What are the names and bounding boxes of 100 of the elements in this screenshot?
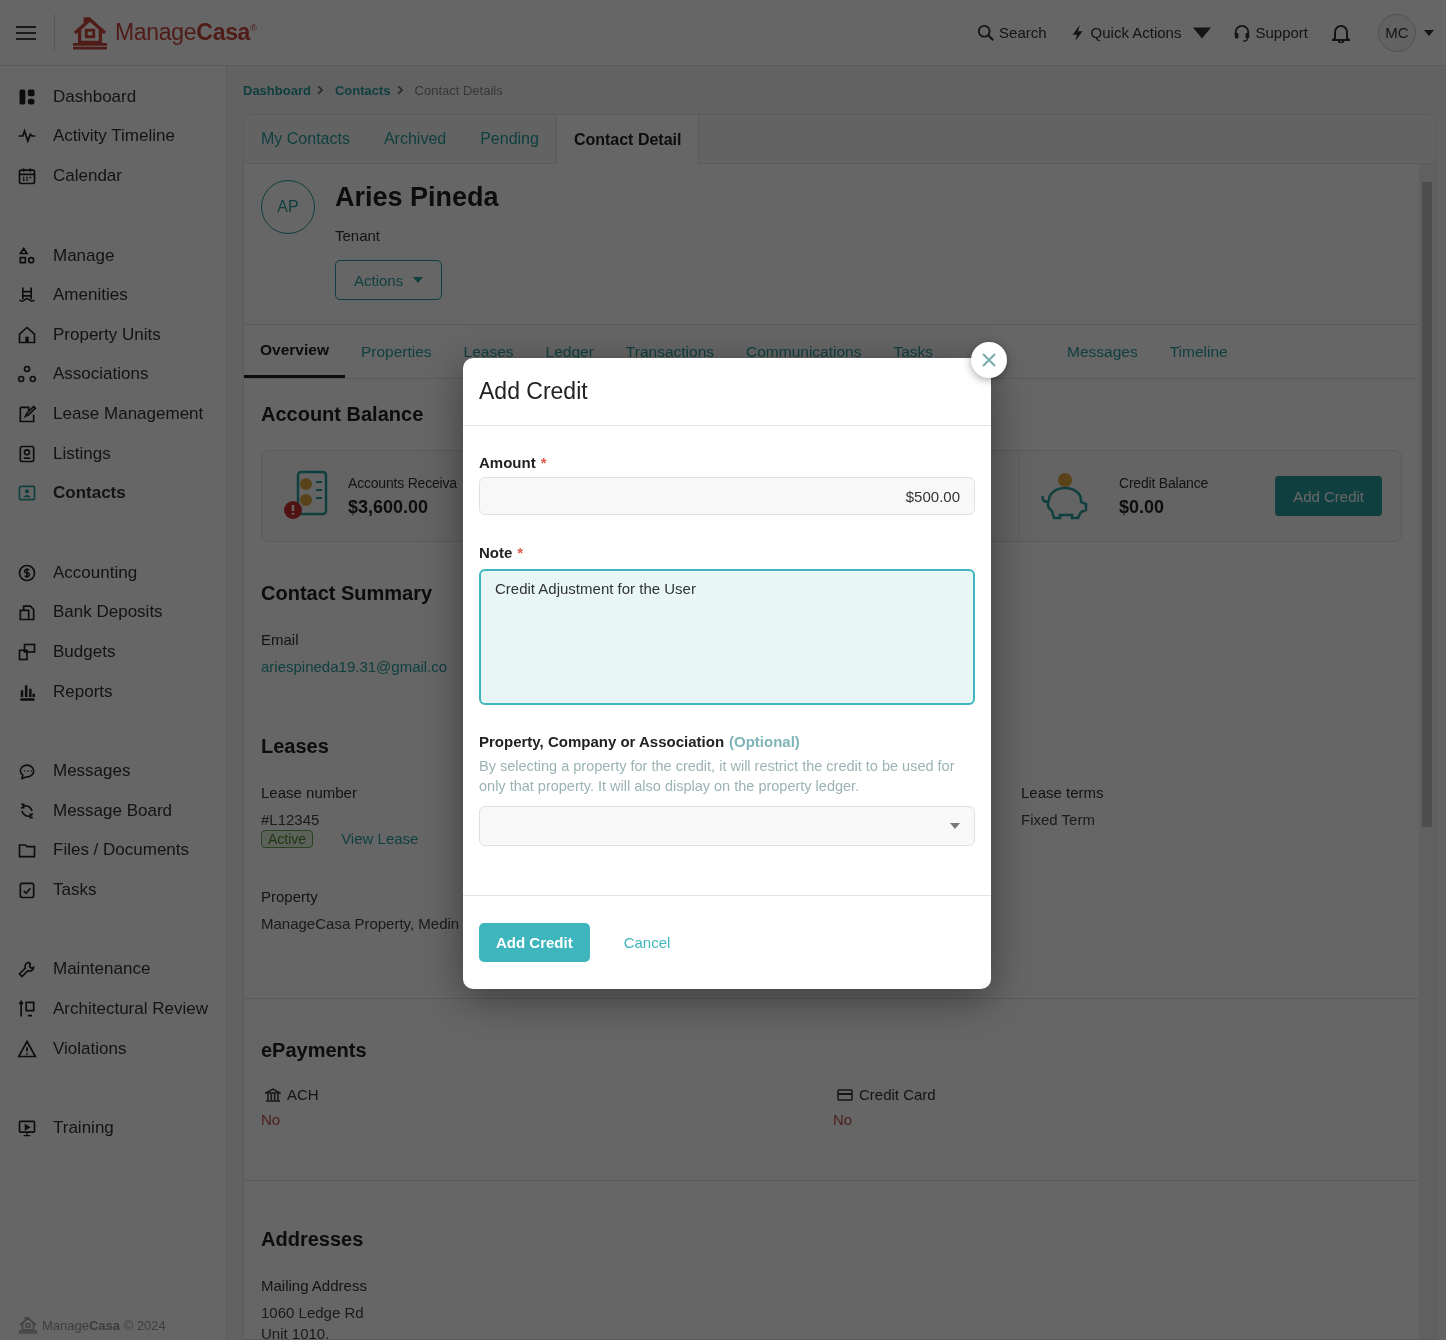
sidebar-item-icon xyxy=(17,403,37,424)
lease-terms: Fixed Term xyxy=(1021,811,1095,828)
sidebar-item-icon xyxy=(17,324,37,345)
tab[interactable]: Overview xyxy=(244,325,345,378)
scrollbar[interactable] xyxy=(1419,164,1435,1339)
balance-amount: $3,600.00 xyxy=(348,496,430,518)
caret-icon xyxy=(413,277,424,283)
bank-icon xyxy=(265,1087,281,1102)
tab[interactable]: Messages xyxy=(1051,325,1154,378)
field-label: Property, Company or Association xyxy=(479,733,725,750)
sidebar-item[interactable]: Accounting xyxy=(0,552,226,593)
section-title: Account Balance xyxy=(261,403,424,426)
sidebar-item[interactable]: Listings xyxy=(0,433,226,474)
amount-input-field[interactable]: $500.00 xyxy=(479,477,975,515)
balance-label: Accounts Receiva xyxy=(348,474,457,491)
header-action-button[interactable]: Quick Actions xyxy=(1068,23,1212,42)
balance-amount: $0.00 xyxy=(1119,496,1166,518)
tab[interactable]: My Contacts xyxy=(244,115,367,163)
sidebar-item-icon xyxy=(17,999,37,1020)
tab[interactable]: Timeline xyxy=(1153,325,1244,378)
sidebar-item[interactable]: Lease Management xyxy=(0,394,226,434)
sidebar-item-icon xyxy=(17,761,37,782)
sidebar-item[interactable]: Reports xyxy=(0,671,226,712)
section-title: Contact Summary xyxy=(261,582,433,605)
sidebar-item[interactable]: Maintenance xyxy=(0,949,226,990)
close-icon xyxy=(982,353,996,367)
section-title: Addresses xyxy=(261,1228,364,1251)
sidebar-item[interactable]: Tasks xyxy=(0,870,226,910)
sidebar-item[interactable]: Associations xyxy=(0,354,226,395)
section-title: ePayments xyxy=(261,1039,367,1062)
search-icon xyxy=(977,23,996,42)
breadcrumb-link[interactable]: Contacts xyxy=(334,82,391,98)
tab[interactable]: Properties xyxy=(344,325,448,378)
cancel-link[interactable]: Cancel xyxy=(623,934,671,951)
sidebar-item[interactable]: Property Units xyxy=(0,314,226,355)
add-credit-button[interactable]: Add Credit xyxy=(479,923,590,962)
property-select-field[interactable] xyxy=(479,806,975,846)
tab[interactable]: Pending xyxy=(463,115,556,163)
sidebar-item-icon xyxy=(17,364,37,385)
address-line: 1060 Ledge Rd xyxy=(261,1304,364,1321)
sidebar-item[interactable]: Training xyxy=(0,1108,226,1149)
payment-method-label: Credit Card xyxy=(837,1086,1402,1103)
sidebar-item-icon xyxy=(17,602,37,623)
notification-bell-icon[interactable] xyxy=(1332,22,1350,43)
add-credit-button[interactable]: Add Credit xyxy=(1275,476,1382,516)
sidebar-item-icon xyxy=(17,641,37,662)
chevron-icon xyxy=(396,86,403,94)
menu-icon[interactable] xyxy=(16,24,36,41)
sidebar-item-icon xyxy=(17,959,37,980)
sidebar-item[interactable]: Violations xyxy=(0,1028,226,1069)
sidebar-item[interactable]: Message Board xyxy=(0,790,226,831)
tab[interactable]: Contact Detail xyxy=(555,115,700,164)
payment-method-label: ACH xyxy=(265,1086,833,1103)
breadcrumb-link[interactable]: Dashboard xyxy=(243,82,311,98)
sidebar-item-icon xyxy=(17,562,37,583)
house-logo-icon xyxy=(71,15,109,50)
sidebar-item-icon xyxy=(17,245,37,266)
view-lease-link[interactable]: View Lease xyxy=(341,830,419,847)
house-logo-icon xyxy=(18,1316,38,1334)
user-avatar[interactable]: MC xyxy=(1378,13,1416,52)
lease-number: #L12345 xyxy=(261,811,320,828)
contact-name: Aries Pineda xyxy=(335,182,499,213)
sidebar-item-icon xyxy=(17,1038,37,1059)
header-action-button[interactable]: Support xyxy=(1233,23,1308,42)
sidebar-item[interactable]: Budgets xyxy=(0,632,226,672)
piggy-bank-icon xyxy=(1039,470,1089,522)
sidebar-item[interactable]: Calendar xyxy=(0,156,226,196)
field-label: Property xyxy=(261,888,318,905)
sidebar-item[interactable]: Amenities xyxy=(0,275,226,315)
sidebar-item-icon xyxy=(17,483,37,504)
tab[interactable]: Archived xyxy=(366,115,464,163)
email-link[interactable]: ariespineda19.31@gmail.co xyxy=(261,658,448,675)
note-text-area[interactable]: Credit Adjustment for the User xyxy=(479,569,975,705)
sidebar-item[interactable]: Bank Deposits xyxy=(0,592,226,633)
field-label: Email xyxy=(261,631,299,648)
payment-status: No xyxy=(833,1111,853,1128)
logo-wordmark[interactable]: ManageCasa$^{®}$ xyxy=(115,19,257,46)
help-text: By selecting a property for the credit, it will restrict the credit to be used for only that property. It will also display on the property ledger. xyxy=(479,757,956,796)
sidebar-item[interactable]: Files / Documents xyxy=(0,830,226,871)
header-action-button[interactable]: Search xyxy=(977,23,1047,42)
address-line: Unit 1010. xyxy=(261,1325,330,1339)
section-title: Leases xyxy=(261,735,329,758)
sidebar-item[interactable]: Contacts xyxy=(0,473,226,513)
balance-label: Credit Balance xyxy=(1119,474,1209,491)
actions-button[interactable]: Actions xyxy=(335,260,443,300)
sidebar-item[interactable]: Manage xyxy=(0,235,226,276)
sidebar-item[interactable]: Messages xyxy=(0,751,226,791)
field-label: Lease number xyxy=(261,784,357,801)
sidebar-item[interactable]: Activity Timeline xyxy=(0,116,226,157)
required-marker: * xyxy=(540,454,547,471)
headset-icon xyxy=(1233,23,1252,42)
caret-icon xyxy=(950,823,960,829)
chevron-icon xyxy=(316,86,323,94)
field-label: Amount xyxy=(479,454,536,471)
field-label: Note xyxy=(479,544,513,561)
sidebar-item[interactable]: Architectural Review xyxy=(0,989,226,1029)
sidebar-item[interactable]: Dashboard xyxy=(0,77,226,117)
required-marker: * xyxy=(517,544,524,561)
credit-card-icon xyxy=(837,1087,853,1102)
sidebar-item-icon xyxy=(17,443,37,464)
